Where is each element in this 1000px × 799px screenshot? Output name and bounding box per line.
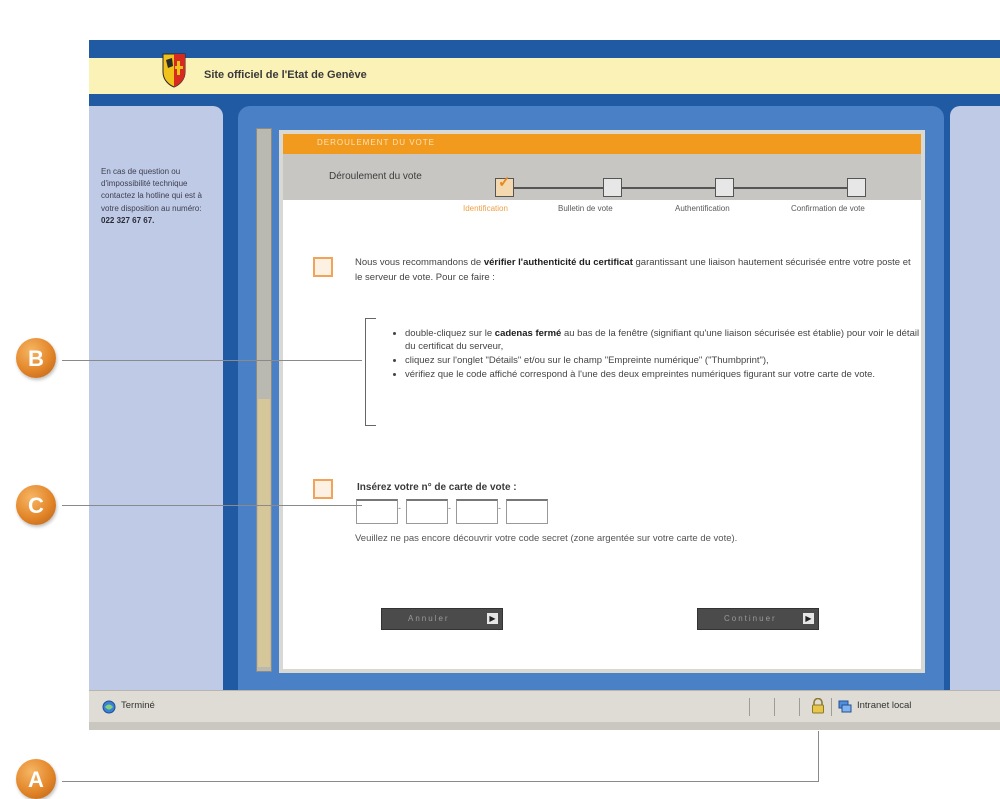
scrollbar-thumb[interactable] bbox=[258, 399, 270, 667]
cancel-button[interactable]: Annuler ▶ bbox=[381, 608, 503, 630]
step-identification-checkbox: ✓ bbox=[495, 174, 514, 197]
steps-title: Déroulement du vote bbox=[329, 171, 422, 182]
status-text: Terminé bbox=[121, 700, 155, 711]
instruction-marker bbox=[313, 257, 333, 277]
continue-label: Continuer bbox=[724, 614, 777, 623]
step-label-ballot: Bulletin de vote bbox=[558, 204, 613, 213]
card-number-field-2[interactable] bbox=[406, 499, 448, 524]
card-number-marker bbox=[313, 479, 333, 499]
callout-a-leader bbox=[62, 781, 818, 782]
arrow-right-icon: ▶ bbox=[487, 613, 498, 624]
lock-icon[interactable] bbox=[811, 698, 825, 714]
page-icon bbox=[102, 700, 116, 714]
bullet-bracket bbox=[365, 318, 376, 426]
help-text: En cas de question ou d'impossibilité te… bbox=[101, 166, 219, 227]
geneva-crest-logo bbox=[162, 53, 186, 88]
list-item: vérifiez que le code affiché correspond … bbox=[405, 368, 925, 381]
step-connector bbox=[620, 187, 715, 189]
step-label-confirmation: Confirmation de vote bbox=[791, 204, 865, 213]
status-divider bbox=[799, 698, 800, 716]
step-connector bbox=[513, 187, 603, 189]
help-message: En cas de question ou d'impossibilité te… bbox=[101, 167, 202, 213]
site-title: Site officiel de l'Etat de Genève bbox=[204, 69, 367, 81]
scrollbar[interactable] bbox=[256, 128, 272, 672]
step-connector bbox=[732, 187, 847, 189]
separator: - bbox=[498, 503, 501, 513]
list-item: cliquez sur l'onglet "Détails" et/ou sur… bbox=[405, 354, 925, 367]
para-emphasis: vérifier l'authenticité du certificat bbox=[483, 257, 633, 268]
step-label-authentication: Authentification bbox=[675, 204, 730, 213]
callout-letter: B bbox=[28, 346, 44, 371]
status-divider bbox=[831, 698, 832, 716]
status-divider bbox=[774, 698, 775, 716]
site-header: Site officiel de l'Etat de Genève bbox=[89, 53, 1000, 94]
verification-steps: double-cliquez sur le cadenas fermé au b… bbox=[393, 327, 925, 382]
card-number-field-4[interactable] bbox=[506, 499, 548, 524]
lock-emphasis: cadenas fermé bbox=[494, 328, 562, 339]
list-item: double-cliquez sur le cadenas fermé au b… bbox=[405, 327, 925, 353]
cancel-label: Annuler bbox=[408, 614, 450, 623]
step-ballot-checkbox bbox=[603, 178, 622, 197]
callout-letter: A bbox=[28, 767, 44, 792]
secret-code-note: Veuillez ne pas encore découvrir votre c… bbox=[355, 533, 738, 544]
callout-c: C bbox=[16, 485, 56, 525]
window-bottom-edge bbox=[89, 722, 1000, 730]
intranet-zone-icon bbox=[838, 700, 852, 713]
content-frame: DEROULEMENT DU VOTE Déroulement du vote … bbox=[238, 106, 944, 692]
arrow-right-icon: ▶ bbox=[803, 613, 814, 624]
vote-card: DEROULEMENT DU VOTE Déroulement du vote … bbox=[279, 130, 925, 673]
continue-button[interactable]: Continuer ▶ bbox=[697, 608, 819, 630]
card-tab-bar: DEROULEMENT DU VOTE bbox=[283, 134, 921, 154]
separator: - bbox=[398, 503, 401, 513]
step-label-identification: Identification bbox=[463, 204, 508, 213]
callout-a-leader-vertical bbox=[818, 731, 819, 782]
step-confirmation-checkbox bbox=[847, 178, 866, 197]
para-text: Nous vous recommandons de bbox=[355, 257, 484, 268]
callout-a: A bbox=[16, 759, 56, 799]
step-authentication-checkbox bbox=[715, 178, 734, 197]
certificate-instructions: Nous vous recommandons de vérifier l'aut… bbox=[355, 255, 915, 285]
callout-c-leader bbox=[62, 505, 362, 506]
help-sidebar: En cas de question ou d'impossibilité te… bbox=[89, 106, 223, 691]
check-icon: ✓ bbox=[498, 174, 511, 191]
card-tab-label: DEROULEMENT DU VOTE bbox=[317, 138, 435, 147]
callout-b-leader bbox=[62, 360, 362, 361]
hotline-number: 022 327 67 67. bbox=[101, 215, 155, 225]
status-divider bbox=[749, 698, 750, 716]
callout-b: B bbox=[16, 338, 56, 378]
card-number-label: Insérez votre n° de carte de vote : bbox=[357, 482, 517, 493]
browser-window: Site officiel de l'Etat de Genève En cas… bbox=[89, 40, 1000, 730]
card-number-field-3[interactable] bbox=[456, 499, 498, 524]
security-zone-text: Intranet local bbox=[857, 700, 912, 711]
right-sidebar bbox=[950, 106, 1000, 691]
card-number-field-1[interactable] bbox=[356, 499, 398, 524]
separator: - bbox=[448, 503, 451, 513]
browser-status-bar: Terminé Intranet local bbox=[89, 690, 1000, 723]
callout-letter: C bbox=[28, 493, 44, 518]
progress-steps: Déroulement du vote ✓ bbox=[283, 154, 921, 200]
